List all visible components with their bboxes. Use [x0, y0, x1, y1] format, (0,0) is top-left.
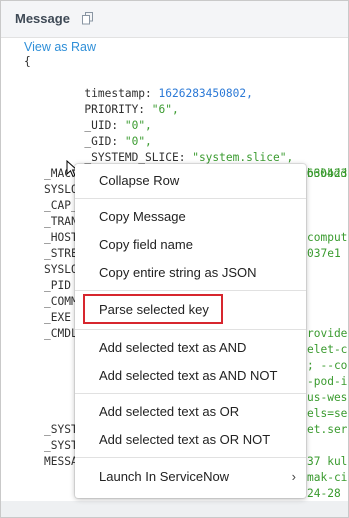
json-value-fragment: us-wes	[307, 391, 348, 404]
json-value-fragment: 037e1	[307, 247, 341, 260]
menu-item-label: Launch In ServiceNow	[99, 469, 230, 484]
json-key: _COMM	[44, 295, 78, 308]
json-row[interactable]: _SYSTEMD_SLICE: "system.slice",	[44, 134, 293, 164]
menu-divider	[75, 393, 306, 394]
menu-item-parse-selected-key[interactable]: Parse selected key	[75, 298, 306, 322]
json-row[interactable]: _UID: "0",	[44, 102, 151, 132]
json-row[interactable]: timestamp: 1626283450802,	[44, 70, 252, 100]
json-value-fragment: -pod-i	[307, 375, 348, 388]
scroll-track	[1, 501, 348, 517]
json-key: _CAP_	[44, 199, 78, 212]
json-key: _PID	[44, 279, 71, 292]
json-value-fragment: rovide	[307, 327, 348, 340]
menu-item-launch-servicenow[interactable]: Launch In ServiceNow ›	[75, 465, 306, 489]
menu-divider	[75, 329, 306, 330]
json-key: _SYST	[44, 439, 78, 452]
menu-divider	[75, 457, 306, 458]
json-value-fragment: comput	[307, 231, 348, 244]
json-value-fragment: els=se	[307, 407, 348, 420]
menu-item-copy-message[interactable]: Copy Message	[75, 205, 306, 229]
context-menu: Collapse Row Copy Message Copy field nam…	[75, 164, 306, 498]
menu-item-copy-field-name[interactable]: Copy field name	[75, 233, 306, 257]
json-key: SYSLO	[44, 183, 78, 196]
json-value-fragment: mak-ci	[307, 471, 348, 484]
menu-item-add-and-not[interactable]: Add selected text as AND NOT	[75, 364, 306, 388]
json-key: SYSLO	[44, 263, 78, 276]
json-key: _EXE	[44, 311, 71, 324]
json-value-fragment: 37 kul	[307, 455, 348, 468]
json-key: MESSA	[44, 455, 78, 468]
json-value-fragment: elet-c	[307, 343, 348, 356]
json-value-fragment: ; --con	[307, 359, 348, 372]
menu-divider	[75, 290, 306, 291]
json-key: _CMDL	[44, 327, 78, 340]
menu-item-add-or[interactable]: Add selected text as OR	[75, 400, 306, 424]
json-value-fragment: b3bb232	[307, 167, 348, 180]
json-row[interactable]: _GID: "0",	[44, 118, 151, 148]
json-value-fragment: et.ser	[307, 423, 348, 436]
menu-item-add-or-not[interactable]: Add selected text as OR NOT	[75, 428, 306, 452]
json-row[interactable]: PRIORITY: "6",	[44, 86, 178, 116]
chevron-right-icon: ›	[291, 469, 296, 484]
json-key: _TRAN	[44, 215, 78, 228]
json-key: _HOST	[44, 231, 78, 244]
json-key: _STRE	[44, 247, 78, 260]
menu-item-collapse-row[interactable]: Collapse Row	[75, 169, 306, 193]
menu-item-add-and[interactable]: Add selected text as AND	[75, 336, 306, 360]
json-value-fragment: 24-28	[307, 487, 341, 500]
menu-divider	[75, 198, 306, 199]
open-brace: {	[24, 55, 31, 68]
menu-item-copy-json[interactable]: Copy entire string as JSON	[75, 261, 306, 285]
json-key: _SYST	[44, 423, 78, 436]
